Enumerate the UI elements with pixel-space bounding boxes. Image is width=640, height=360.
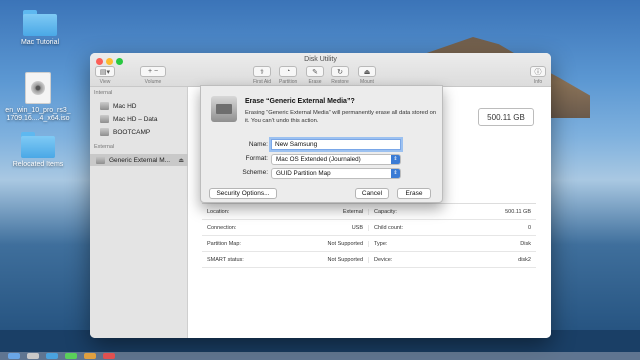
info-label: Type: xyxy=(374,240,388,247)
erase-icon: ✎ xyxy=(306,66,324,77)
desktop-icon-label: Mac Tutorial xyxy=(20,39,60,46)
info-value: Not Supported xyxy=(327,256,363,263)
sheet-title: Erase “Generic External Media”? xyxy=(245,98,355,105)
info-label: Device: xyxy=(374,256,393,263)
sidebar-item-label: BOOTCAMP xyxy=(113,128,151,136)
info-value: Disk xyxy=(520,240,531,247)
mount-icon: ⏏ xyxy=(358,66,376,77)
table-row: Partition Map: Not Supported Type: Disk xyxy=(202,236,536,252)
chevron-updown-icon: ⇕ xyxy=(391,155,400,164)
format-label: Format: xyxy=(245,155,268,162)
launchpad-icon[interactable] xyxy=(27,353,39,359)
erase-button[interactable]: ✎ Erase xyxy=(306,66,324,85)
view-label: View xyxy=(99,79,111,85)
restore-icon: ↻ xyxy=(331,66,349,77)
desktop-icon-label: Relocated Items xyxy=(12,161,64,168)
sidebar: Internal Mac HD Mac HD – Data BOOTCAMP E… xyxy=(90,87,188,338)
scheme-label: Scheme: xyxy=(242,169,268,176)
eject-icon[interactable]: ⏏ xyxy=(178,157,184,164)
table-row: Connection: USB Child count: 0 xyxy=(202,220,536,236)
disk-icon xyxy=(100,115,109,123)
window-toolbar: Disk Utility ▤▾ View + − Volume ⚕ First … xyxy=(90,53,551,87)
sidebar-header-external: External xyxy=(94,144,115,150)
view-button[interactable]: ▤▾ View xyxy=(95,66,115,85)
plus-minus-icon: + − xyxy=(140,66,166,77)
volume-buttons[interactable]: + − Volume xyxy=(140,66,166,85)
sidebar-item-mac-hd[interactable]: Mac HD xyxy=(94,100,136,112)
info-value: 0 xyxy=(527,224,531,231)
info-label: Capacity: xyxy=(374,208,397,215)
desktop-icon-relocated-items[interactable]: Relocated Items xyxy=(0,132,76,169)
restore-button[interactable]: ↻ Restore xyxy=(331,66,349,85)
info-value: External xyxy=(342,208,363,215)
info-label: SMART status: xyxy=(207,256,244,263)
volume-label: Volume xyxy=(144,79,162,85)
info-label: Info xyxy=(533,79,543,85)
info-table: Location: External Capacity: 500.11 GB Con… xyxy=(202,203,536,268)
info-label: Connection: xyxy=(207,224,237,231)
sidebar-item-bootcamp[interactable]: BOOTCAMP xyxy=(94,126,150,138)
pie-chart-icon: ◔ xyxy=(279,66,298,77)
name-input[interactable]: New Samsung xyxy=(271,139,401,150)
disk-icon xyxy=(100,128,109,136)
info-label: Location: xyxy=(207,208,230,215)
messages-icon[interactable] xyxy=(65,353,77,359)
finder-icon[interactable] xyxy=(8,353,20,359)
window-title: Disk Utility xyxy=(304,56,337,63)
sidebar-item-generic-external-media[interactable]: Generic External M... ⏏ xyxy=(90,154,188,166)
desktop-icon-label: en_win_10_pro_rs3_ 1709.16....4_x64.iso xyxy=(5,107,71,122)
sidebar-item-label: Generic External M... xyxy=(109,156,171,164)
info-value: disk2 xyxy=(518,256,531,263)
sidebar-item-mac-hd-data[interactable]: Mac HD – Data xyxy=(94,113,157,125)
calendar-icon[interactable] xyxy=(103,353,115,359)
chevron-updown-icon: ⇕ xyxy=(391,169,400,178)
sheet-description: Erasing “Generic External Media” will pe… xyxy=(245,110,437,124)
scheme-select[interactable]: GUID Partition Map ⇕ xyxy=(271,168,401,179)
cancel-button[interactable]: Cancel xyxy=(355,188,389,199)
erase-confirm-button[interactable]: Erase xyxy=(397,188,431,199)
erase-sheet: Erase “Generic External Media”? Erasing … xyxy=(200,85,443,203)
table-row: Location: External Capacity: 500.11 GB xyxy=(202,204,536,220)
desktop-icon-mac-tutorial[interactable]: Mac Tutorial xyxy=(2,10,78,47)
sidebar-header-internal: Internal xyxy=(94,90,113,96)
external-disk-icon xyxy=(96,156,105,164)
partition-button[interactable]: ◔ Partition xyxy=(279,66,297,85)
info-label: Child count: xyxy=(374,224,404,231)
folder-icon xyxy=(21,132,55,158)
disc-image-icon xyxy=(25,72,51,104)
first-aid-button[interactable]: ⚕ First Aid xyxy=(253,66,271,85)
external-drive-icon xyxy=(211,96,237,122)
info-value: Not Supported xyxy=(327,240,363,247)
info-button[interactable]: ⓘ Info xyxy=(530,66,546,85)
scheme-value: GUID Partition Map xyxy=(276,170,331,177)
sidebar-item-label: Mac HD xyxy=(113,102,137,110)
folder-icon xyxy=(23,10,57,36)
table-row: SMART status: Not Supported Device: disk2 xyxy=(202,252,536,268)
sidebar-icon: ▤▾ xyxy=(95,66,115,77)
info-value: USB xyxy=(351,224,363,231)
mount-button[interactable]: ⏏ Mount xyxy=(358,66,376,85)
name-label: Name: xyxy=(248,141,268,148)
format-select[interactable]: Mac OS Extended (Journaled) ⇕ xyxy=(271,154,401,165)
safari-icon[interactable] xyxy=(46,353,58,359)
disk-icon xyxy=(100,102,109,110)
security-options-button[interactable]: Security Options... xyxy=(209,188,277,199)
desktop-icon-iso[interactable]: en_win_10_pro_rs3_ 1709.16....4_x64.iso xyxy=(0,72,80,123)
dock xyxy=(0,352,640,360)
capacity-display: 500.11 GB xyxy=(478,108,534,126)
info-value: 500.11 GB xyxy=(505,208,531,215)
format-value: Mac OS Extended (Journaled) xyxy=(276,156,361,163)
sidebar-item-label: Mac HD – Data xyxy=(113,115,158,123)
stethoscope-icon: ⚕ xyxy=(253,66,272,77)
photos-icon[interactable] xyxy=(84,353,96,359)
info-icon: ⓘ xyxy=(530,66,546,77)
info-label: Partition Map: xyxy=(207,240,241,247)
